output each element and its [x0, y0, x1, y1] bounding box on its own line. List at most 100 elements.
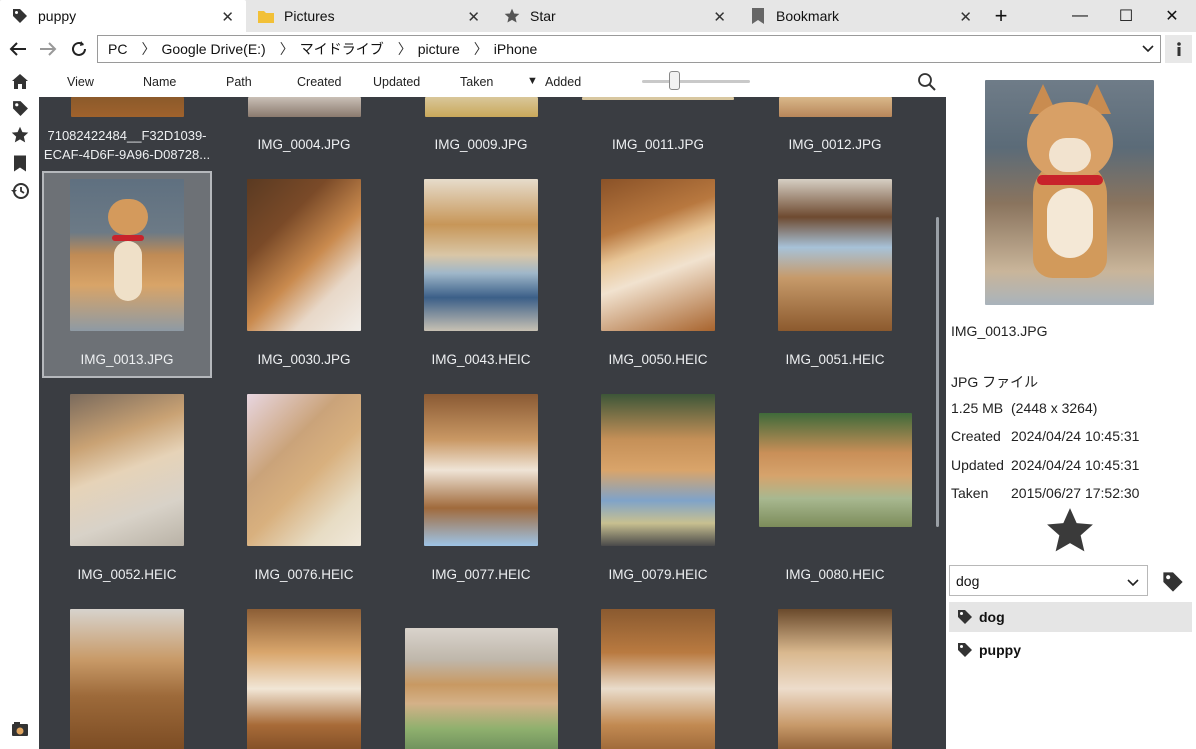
- close-icon[interactable]: ✕: [467, 8, 480, 26]
- detail-taken: 2015/06/27 17:52:30: [1011, 485, 1140, 501]
- vertical-scrollbar[interactable]: [929, 97, 946, 749]
- sort-path-button[interactable]: Path: [226, 75, 252, 89]
- file-name: IMG_0043.HEIC: [431, 352, 531, 367]
- chevron-down-icon[interactable]: [1127, 575, 1139, 591]
- star-icon[interactable]: [11, 126, 29, 144]
- thumbnail-image[interactable]: [247, 394, 361, 546]
- tab-label: Pictures: [284, 8, 335, 24]
- thumbnail-image[interactable]: [425, 97, 538, 117]
- info-button[interactable]: [1165, 35, 1192, 63]
- close-icon[interactable]: ✕: [713, 8, 726, 26]
- tab-pictures[interactable]: Pictures ✕: [246, 0, 492, 32]
- tag-input[interactable]: dog: [949, 565, 1148, 596]
- tag-icon: [957, 642, 973, 658]
- sort-taken-button[interactable]: Taken: [460, 75, 493, 89]
- thumbnail-image[interactable]: [71, 97, 184, 117]
- thumbnail-image[interactable]: [247, 609, 361, 749]
- breadcrumb-pc[interactable]: PC: [98, 41, 127, 57]
- search-icon[interactable]: [917, 72, 937, 92]
- breadcrumb-drive[interactable]: Google Drive(E:): [151, 41, 265, 57]
- breadcrumb-picture[interactable]: picture: [408, 41, 460, 57]
- file-name: IMG_0012.JPG: [788, 137, 882, 152]
- thumbnail-image[interactable]: [247, 179, 361, 331]
- close-window-button[interactable]: ✕: [1149, 0, 1195, 32]
- detail-filename: IMG_0013.JPG: [951, 323, 1048, 339]
- details-panel: IMG_0013.JPG JPG ファイル 1.25 MB (2448 x 32…: [946, 66, 1196, 749]
- sort-updated-button[interactable]: Updated: [373, 75, 420, 89]
- add-tag-icon[interactable]: [1162, 571, 1184, 593]
- history-icon[interactable]: [11, 182, 29, 200]
- detail-taken-label: Taken: [951, 485, 989, 501]
- detail-size: 1.25 MB: [951, 400, 1004, 416]
- detail-dimensions: (2448 x 3264): [1011, 400, 1098, 416]
- detail-updated-label: Updated: [951, 457, 1004, 473]
- file-name: IMG_0004.JPG: [257, 137, 351, 152]
- sort-created-button[interactable]: Created: [297, 75, 341, 89]
- thumbnail-image[interactable]: [405, 628, 558, 749]
- chevron-down-icon[interactable]: [1142, 41, 1154, 57]
- breadcrumb-iphone[interactable]: iPhone: [484, 41, 538, 57]
- close-icon[interactable]: ✕: [959, 8, 972, 26]
- app-folder-icon[interactable]: [11, 720, 29, 738]
- tag-icon[interactable]: [11, 99, 29, 117]
- maximize-button[interactable]: ☐: [1103, 0, 1149, 32]
- breadcrumb-separator: 〉: [397, 41, 412, 57]
- bookmark-icon[interactable]: [11, 154, 29, 172]
- thumbnail-image[interactable]: [601, 394, 715, 546]
- thumbnail-image[interactable]: [778, 609, 892, 749]
- zoom-slider-thumb[interactable]: [669, 71, 681, 90]
- thumbnail-image[interactable]: [779, 97, 892, 117]
- thumbnail-image[interactable]: [70, 609, 184, 749]
- new-tab-button[interactable]: +: [978, 0, 1024, 32]
- tag-icon: [12, 8, 28, 24]
- tag-label: puppy: [979, 642, 1021, 658]
- thumbnail-image[interactable]: [424, 179, 538, 331]
- thumbnail-image[interactable]: [601, 609, 715, 749]
- thumbnail-image[interactable]: [248, 97, 361, 117]
- thumbnail-image[interactable]: [70, 179, 184, 331]
- star-rating-icon[interactable]: [1045, 506, 1095, 556]
- detail-filetype: JPG ファイル: [951, 374, 1039, 390]
- tab-label: puppy: [38, 8, 77, 24]
- folder-icon: [258, 8, 274, 24]
- sort-descending-icon: ▼: [527, 75, 538, 87]
- back-arrow-icon[interactable]: [6, 37, 30, 61]
- thumbnail-image[interactable]: [778, 179, 892, 331]
- left-sidebar: [0, 66, 39, 749]
- thumbnail-image[interactable]: [424, 394, 538, 546]
- thumbnail-image[interactable]: [601, 179, 715, 331]
- thumbnail-grid: 71082422484__F32D1039-ECAF-4D6F-9A96-D08…: [39, 97, 929, 749]
- scrollbar-thumb[interactable]: [936, 217, 939, 527]
- file-name: 71082422484__F32D1039-ECAF-4D6F-9A96-D08…: [43, 128, 211, 162]
- star-icon: [504, 8, 520, 24]
- zoom-slider-track[interactable]: [642, 80, 750, 83]
- thumbnail-image[interactable]: [582, 97, 734, 100]
- minimize-button[interactable]: —: [1057, 0, 1103, 32]
- tab-bookmark[interactable]: Bookmark ✕: [738, 0, 984, 32]
- tab-star[interactable]: Star ✕: [492, 0, 738, 32]
- home-icon[interactable]: [11, 72, 29, 90]
- breadcrumb-separator: 〉: [141, 41, 156, 57]
- file-name: IMG_0009.JPG: [434, 137, 528, 152]
- file-name: IMG_0076.HEIC: [254, 567, 354, 582]
- sort-name-button[interactable]: Name: [143, 75, 176, 89]
- file-name: IMG_0030.JPG: [257, 352, 351, 367]
- detail-created: 2024/04/24 10:45:31: [1011, 428, 1140, 444]
- address-bar[interactable]: PC 〉 Google Drive(E:) 〉 マイドライブ 〉 picture…: [97, 35, 1161, 63]
- view-button[interactable]: View: [67, 75, 94, 89]
- breadcrumb-mydrive[interactable]: マイドライブ: [290, 39, 384, 59]
- sort-added-button[interactable]: Added: [545, 75, 581, 89]
- tag-label: dog: [979, 609, 1005, 625]
- close-icon[interactable]: ✕: [221, 8, 234, 26]
- forward-arrow-icon[interactable]: [36, 37, 60, 61]
- file-name: IMG_0011.JPG: [611, 137, 705, 152]
- breadcrumb-separator: 〉: [279, 41, 294, 57]
- tag-input-value: dog: [956, 573, 980, 589]
- tag-item-puppy[interactable]: puppy: [949, 635, 1192, 665]
- refresh-icon[interactable]: [67, 37, 91, 61]
- thumbnail-image[interactable]: [70, 394, 184, 546]
- tag-item-dog[interactable]: dog: [949, 602, 1192, 632]
- tab-puppy[interactable]: puppy ✕: [0, 0, 246, 32]
- file-name: IMG_0077.HEIC: [431, 567, 531, 582]
- thumbnail-image[interactable]: [759, 413, 912, 527]
